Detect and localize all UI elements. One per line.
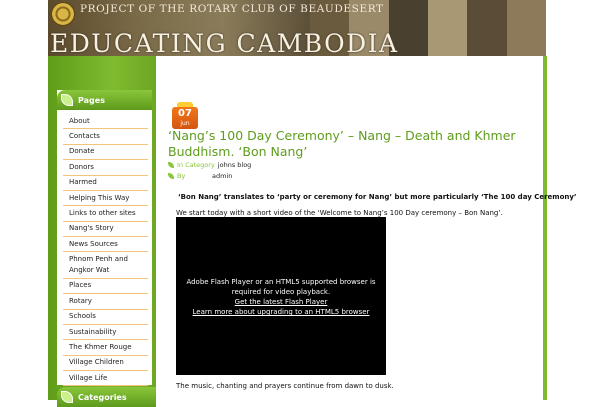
post-lead-text: ‘Bon Nang’ translates to ‘party or cerem… — [178, 193, 577, 201]
post-date-day: 07 — [178, 108, 192, 119]
site-title[interactable]: Educating Cambodia — [50, 29, 399, 56]
video-fallback-message: Adobe Flash Player or an HTML5 supported… — [186, 278, 376, 296]
post-category-row: In Category johns blog — [168, 161, 251, 169]
post-after-video-text: The music, chanting and prayers continue… — [176, 382, 394, 390]
upgrade-html5-browser-link[interactable]: Learn more about upgrading to an HTML5 b… — [178, 307, 384, 317]
page-link-phnom-penh-angkor-wat[interactable]: Phnom Penh and Angkor Wat — [63, 252, 148, 279]
categories-heading: Categories — [78, 392, 127, 402]
pages-heading: Pages — [78, 95, 105, 105]
page-link-contacts[interactable]: Contacts — [63, 129, 148, 145]
page-link-sustainability[interactable]: Sustainability — [63, 325, 148, 341]
page-link-places[interactable]: Places — [63, 279, 148, 295]
leaf-icon — [61, 94, 73, 106]
pages-widget: Pages About Contacts Donate Donors Harme… — [57, 90, 152, 387]
get-flash-player-link[interactable]: Get the latest Flash Player — [178, 297, 384, 307]
author-label: By — [177, 172, 186, 180]
author-name[interactable]: admin — [212, 172, 232, 180]
page-link-village-life[interactable]: Village Life — [63, 371, 148, 387]
post-intro-text: We start today with a short video of the… — [176, 209, 503, 217]
page-link-links-to-other-sites[interactable]: Links to other sites — [63, 206, 148, 222]
rotary-logo-icon — [51, 2, 75, 26]
video-player[interactable]: Adobe Flash Player or an HTML5 supported… — [176, 217, 386, 375]
page-link-donate[interactable]: Donate — [63, 145, 148, 161]
page-link-nangs-story[interactable]: Nang's Story — [63, 222, 148, 237]
leaf-icon — [168, 173, 174, 179]
page-link-schools[interactable]: Schools — [63, 310, 148, 325]
post-date-month: jun — [180, 120, 190, 127]
page-link-village-children[interactable]: Village Children — [63, 356, 148, 371]
site-subtitle: Project of the Rotary Club of Beaudesert — [80, 3, 384, 15]
page-link-helping-this-way[interactable]: Helping This Way — [63, 191, 148, 207]
pages-widget-header: Pages — [57, 90, 152, 110]
page-link-rotary[interactable]: Rotary — [63, 294, 148, 310]
page-link-khmer-rouge[interactable]: The Khmer Rouge — [63, 340, 148, 356]
leaf-icon — [168, 162, 174, 168]
category-link[interactable]: johns blog — [218, 161, 252, 169]
site-header[interactable]: Project of the Rotary Club of Beaudesert… — [48, 0, 546, 56]
post-date-badge: 07 jun — [172, 102, 198, 129]
pages-list: About Contacts Donate Donors Harmed Help… — [63, 114, 148, 387]
post-author-row: By admin — [168, 172, 232, 180]
page-link-donors[interactable]: Donors — [63, 160, 148, 176]
leaf-icon — [61, 391, 73, 403]
page-link-harmed[interactable]: Harmed — [63, 176, 148, 191]
category-label: In Category — [177, 161, 215, 169]
page-link-about[interactable]: About — [63, 114, 148, 130]
categories-widget-header: Categories — [57, 387, 156, 407]
post-title[interactable]: ‘Nang’s 100 Day Ceremony’ – Nang – Death… — [168, 128, 533, 160]
page-link-news-sources[interactable]: News Sources — [63, 237, 148, 253]
content-right-border — [543, 56, 547, 400]
